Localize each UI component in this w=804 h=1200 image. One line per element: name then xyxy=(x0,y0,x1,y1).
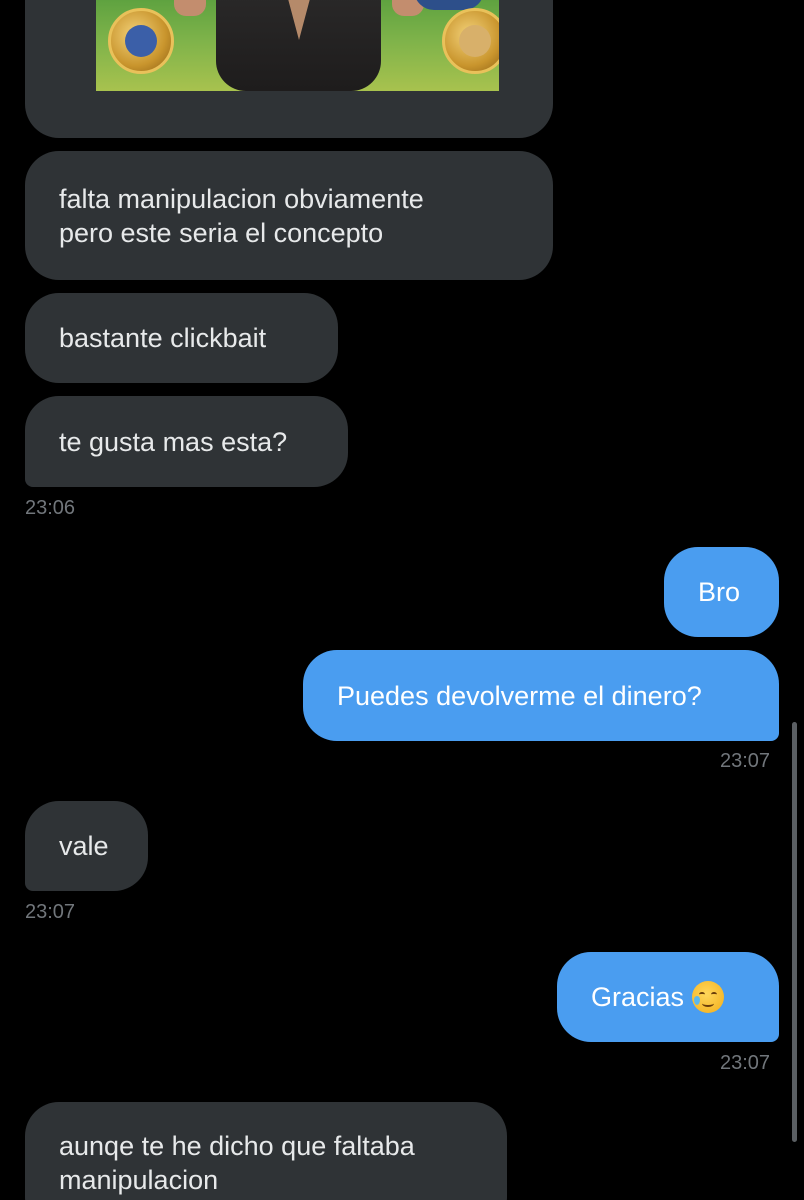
image-message[interactable] xyxy=(25,0,553,138)
message-text: te gusta mas esta? xyxy=(59,426,288,457)
message-bubble[interactable]: Bro xyxy=(664,547,779,637)
face-holding-back-tears-icon xyxy=(692,981,725,1013)
message-text: bastante clickbait xyxy=(59,323,267,353)
message-bubble[interactable]: Puedes devolverme el dinero? xyxy=(303,650,779,741)
medal-icon xyxy=(442,8,499,74)
message-text: aunqe te he dicho que faltaba manipulaci… xyxy=(59,1129,415,1197)
medal-icon xyxy=(108,8,174,74)
message-timestamp: 23:07 xyxy=(25,901,76,923)
message-timestamp: 23:07 xyxy=(720,750,771,772)
conversation[interactable]: falta manipulacion obviamente pero este … xyxy=(0,0,804,1200)
fist-icon xyxy=(174,0,206,16)
image-thumbnail[interactable] xyxy=(96,0,499,91)
message-line: aunqe te he dicho que faltaba xyxy=(59,1131,415,1161)
scrollbar[interactable] xyxy=(792,722,797,1142)
message-bubble[interactable]: Gracias xyxy=(557,952,779,1042)
message-line: manipulacion xyxy=(59,1165,219,1195)
message-text: Gracias xyxy=(591,982,685,1012)
message-text: falta manipulacion obviamente pero este … xyxy=(59,182,424,250)
message-bubble[interactable]: falta manipulacion obviamente pero este … xyxy=(25,151,553,280)
message-text: vale xyxy=(59,831,109,861)
message-timestamp: 23:07 xyxy=(720,1052,771,1074)
message-line: falta manipulacion obviamente xyxy=(59,183,424,214)
message-bubble[interactable]: te gusta mas esta? xyxy=(25,396,348,487)
message-bubble[interactable]: vale xyxy=(25,801,148,891)
message-bubble[interactable]: aunqe te he dicho que faltaba manipulaci… xyxy=(25,1102,507,1200)
message-line: pero este seria el concepto xyxy=(59,217,384,248)
message-text: Puedes devolverme el dinero? xyxy=(337,680,702,711)
message-bubble[interactable]: bastante clickbait xyxy=(25,293,338,383)
message-text: Bro xyxy=(698,577,741,607)
message-timestamp: 23:06 xyxy=(25,497,76,519)
